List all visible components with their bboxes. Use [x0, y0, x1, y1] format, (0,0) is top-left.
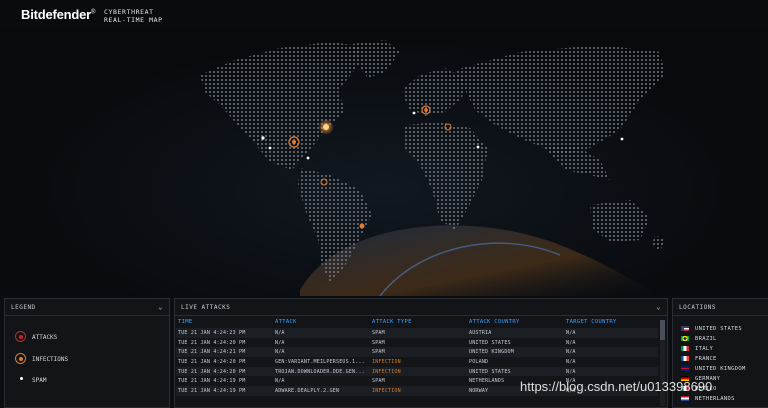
cell-attack-country: UNITED KINGDOM — [467, 347, 564, 358]
table-header-row: TIME ATTACK ATTACK TYPE ATTACK COUNTRY T… — [176, 316, 658, 328]
infection-marker-core — [323, 124, 329, 130]
cell-attack: ADWARE.DEALPLY.2.GEN — [273, 386, 370, 396]
cell-time: TUE 21 JAN 4:24:19 PM — [176, 376, 273, 387]
netherlands-flag-icon — [681, 396, 689, 401]
table-row[interactable]: TUE 21 JAN 4:24:20 PM N/A SPAM UNITED ST… — [176, 337, 658, 348]
cell-target-country: N/A — [564, 337, 658, 348]
column-header-time[interactable]: TIME — [176, 316, 273, 328]
cell-target-country: N/A — [564, 366, 658, 377]
infection-marker-core — [424, 108, 428, 112]
legend-header[interactable]: LEGEND ⌄ — [5, 299, 169, 316]
cell-attack-country: UNITED STATES — [467, 366, 564, 377]
bitdefender-logo[interactable]: Bitdefender® — [21, 7, 95, 22]
spam-marker[interactable] — [476, 145, 480, 149]
infection-icon-core — [18, 356, 23, 361]
spam-icon — [20, 377, 23, 380]
location-label: UNITED KINGDOM — [695, 366, 746, 372]
spam-marker[interactable] — [306, 156, 310, 160]
cell-attack-type: INFECTION — [370, 386, 467, 396]
spam-marker[interactable] — [412, 111, 416, 115]
location-label: ITALY — [695, 346, 714, 352]
brand-name: Bitdefender — [21, 7, 92, 22]
legend-label: INFECTIONS — [32, 356, 69, 363]
column-header-attack-type[interactable]: ATTACK TYPE — [370, 316, 467, 328]
legend-title: LEGEND — [11, 304, 36, 311]
brand-mark: ® — [91, 9, 96, 16]
cell-attack-type: SPAM — [370, 347, 467, 358]
table-row[interactable]: TUE 21 JAN 4:24:21 PM N/A SPAM UNITED KI… — [176, 347, 658, 358]
location-item[interactable]: NETHERLANDS — [681, 396, 735, 402]
watermark-text: https://blog.csdn.net/u013398690 — [520, 379, 713, 394]
world-map-canvas — [200, 40, 665, 296]
cell-time: TUE 21 JAN 4:24:20 PM — [176, 366, 273, 377]
subtitle-line-2: REAL-TIME MAP — [104, 16, 163, 24]
legend-panel: LEGEND ⌄ ATTACKS INFECTIONS SPAM — [4, 298, 170, 408]
cell-attack-type: SPAM — [370, 328, 467, 338]
location-item[interactable]: ITALY — [681, 346, 713, 352]
cell-time: TUE 21 JAN 4:24:23 PM — [176, 328, 273, 338]
cell-attack-country: POLAND — [467, 357, 564, 367]
cell-attack-country: AUSTRIA — [467, 328, 564, 338]
cell-attack: N/A — [273, 347, 370, 358]
spam-marker[interactable] — [268, 146, 272, 150]
italy-flag-icon — [681, 346, 689, 351]
cell-attack-type: SPAM — [370, 337, 467, 348]
cell-attack-type: SPAM — [370, 376, 467, 387]
table-row[interactable]: TUE 21 JAN 4:24:23 PM N/A SPAM AUSTRIA N… — [176, 328, 658, 338]
top-bar: Bitdefender® CYBERTHREAT REAL-TIME MAP — [0, 0, 768, 30]
us-flag-icon — [681, 326, 689, 331]
infection-marker-core — [292, 140, 296, 144]
location-label: UNITED STATES — [695, 326, 742, 332]
cell-time: TUE 21 JAN 4:24:20 PM — [176, 337, 273, 348]
brazil-flag-icon — [681, 336, 689, 341]
uk-flag-icon — [681, 366, 689, 371]
attack-icon-core — [18, 334, 23, 339]
spam-marker[interactable] — [261, 136, 265, 140]
page-subtitle: CYBERTHREAT REAL-TIME MAP — [104, 8, 163, 24]
cell-attack-type: INFECTION — [370, 366, 467, 377]
world-map[interactable] — [0, 30, 768, 296]
cell-target-country: N/A — [564, 347, 658, 358]
location-label: BRAZIL — [695, 336, 717, 342]
chevron-down-icon[interactable]: ⌄ — [158, 303, 163, 311]
cell-attack: TROJAN.DOWNLOADER.DDE.GEN... — [273, 366, 370, 377]
live-attacks-header[interactable]: LIVE ATTACKS ⌄ — [175, 299, 667, 316]
location-label: FRANCE — [695, 356, 717, 362]
column-header-attack-country[interactable]: ATTACK COUNTRY — [467, 316, 564, 328]
cell-time: TUE 21 JAN 4:24:19 PM — [176, 386, 273, 396]
legend-label: SPAM — [32, 377, 47, 384]
cell-attack: GEN:VARIANT.MEILPERSEUS.1... — [273, 357, 370, 367]
cell-target-country: N/A — [564, 357, 658, 367]
cell-attack-type: INFECTION — [370, 357, 467, 367]
table-row[interactable]: TUE 21 JAN 4:24:20 PM GEN:VARIANT.MEILPE… — [176, 357, 658, 367]
location-item[interactable]: UNITED KINGDOM — [681, 366, 746, 372]
subtitle-line-1: CYBERTHREAT — [104, 8, 154, 16]
live-attacks-title: LIVE ATTACKS — [181, 304, 231, 311]
legend-label: ATTACKS — [32, 334, 58, 341]
table-row[interactable]: TUE 21 JAN 4:24:20 PM TROJAN.DOWNLOADER.… — [176, 366, 658, 377]
cell-time: TUE 21 JAN 4:24:20 PM — [176, 357, 273, 367]
france-flag-icon — [681, 356, 689, 361]
infection-marker[interactable] — [359, 223, 365, 229]
location-label: NETHERLANDS — [695, 396, 735, 402]
cell-attack: N/A — [273, 337, 370, 348]
chevron-down-icon[interactable]: ⌄ — [656, 303, 661, 311]
cell-attack: N/A — [273, 328, 370, 338]
location-item[interactable]: UNITED STATES — [681, 326, 742, 332]
cell-attack: N/A — [273, 376, 370, 387]
column-header-target-country[interactable]: TARGET COUNTRY — [564, 316, 658, 328]
location-item[interactable]: FRANCE — [681, 356, 717, 362]
cell-target-country: N/A — [564, 328, 658, 338]
location-item[interactable]: BRAZIL — [681, 336, 717, 342]
cell-time: TUE 21 JAN 4:24:21 PM — [176, 347, 273, 358]
cell-attack-country: UNITED STATES — [467, 337, 564, 348]
spam-marker[interactable] — [620, 137, 624, 141]
locations-title: LOCATIONS — [679, 304, 717, 311]
scrollbar-thumb[interactable] — [660, 320, 665, 340]
column-header-attack[interactable]: ATTACK — [273, 316, 370, 328]
locations-header[interactable]: LOCATIONS — [673, 299, 768, 316]
